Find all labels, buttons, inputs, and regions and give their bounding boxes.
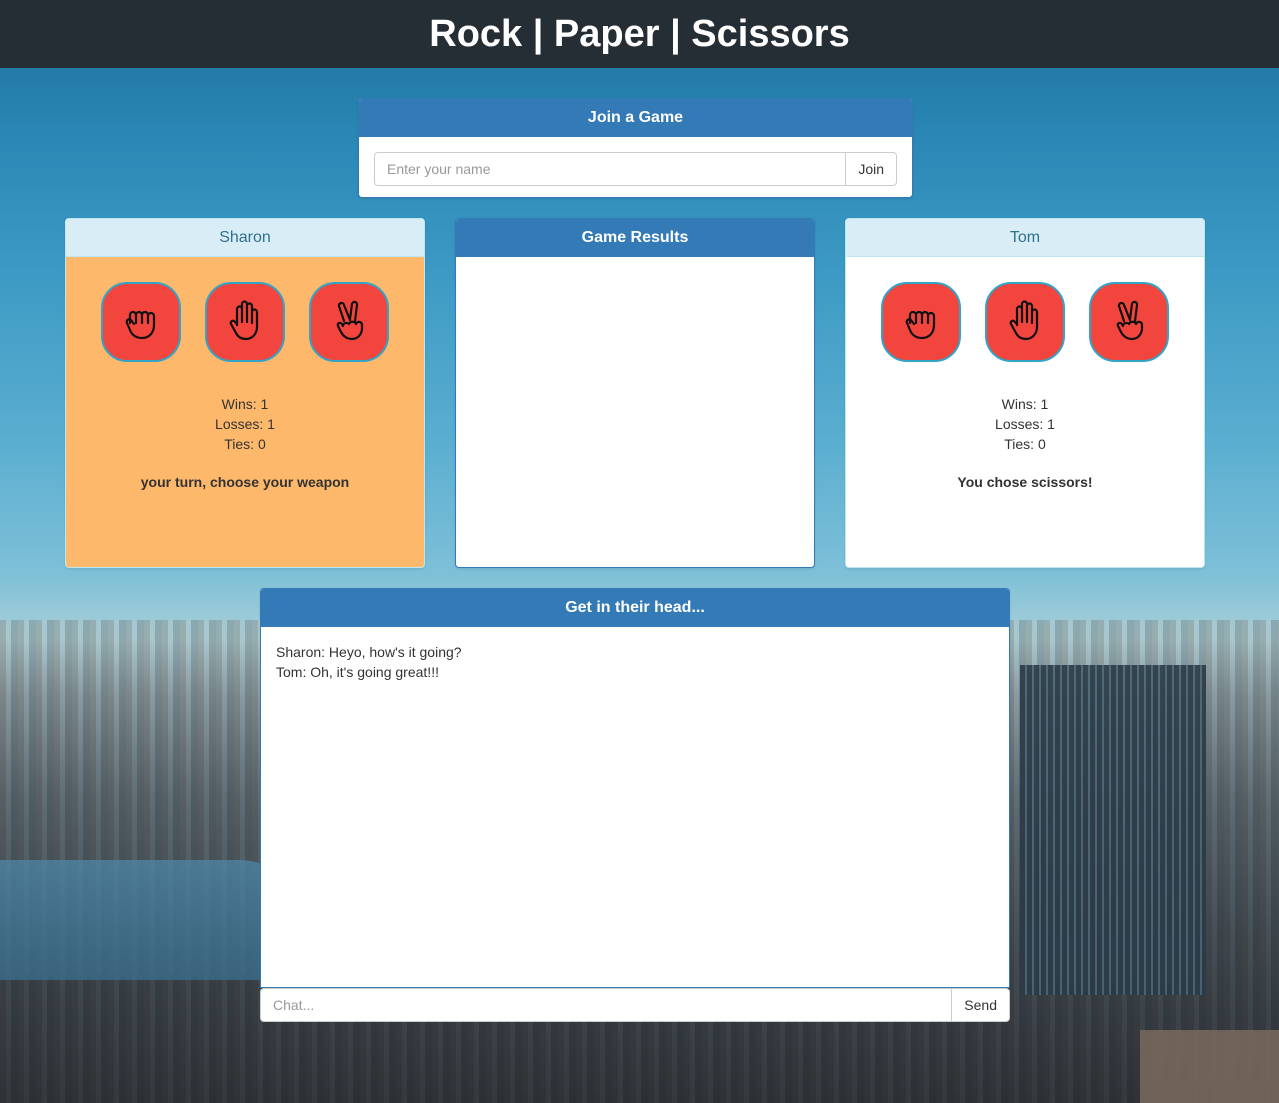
chat-panel: Get in their head... Sharon: Heyo, how's…: [260, 588, 1010, 988]
chat-form: Send: [260, 988, 1010, 1022]
player1-paper-button[interactable]: [205, 282, 285, 362]
player1-scissors-button[interactable]: [309, 282, 389, 362]
player1-wins: Wins: 1: [221, 396, 269, 412]
player1-status: your turn, choose your weapon: [140, 474, 350, 490]
player2-paper-button[interactable]: [985, 282, 1065, 362]
player2-stats: Wins: 1 Losses: 1 Ties: 0: [846, 394, 1204, 454]
building-background: [1140, 1030, 1279, 1103]
scissors-icon: [336, 300, 364, 341]
player1-stats: Wins: 1 Losses: 1 Ties: 0: [66, 394, 424, 454]
results-heading: Game Results: [456, 219, 814, 257]
rock-icon: [905, 310, 936, 340]
join-panel: Join a Game Join: [358, 98, 913, 198]
results-panel: Game Results: [455, 218, 815, 568]
chat-message: Sharon: Heyo, how's it going?: [276, 644, 462, 660]
chat-heading: Get in their head...: [261, 589, 1009, 627]
player2-scissors-button[interactable]: [1089, 282, 1169, 362]
player1-body: Wins: 1 Losses: 1 Ties: 0 your turn, cho…: [66, 257, 424, 567]
player2-ties: Ties: 0: [1004, 436, 1046, 452]
player2-losses: Losses: 1: [995, 416, 1055, 432]
chat-message: Tom: Oh, it's going great!!!: [276, 664, 439, 680]
name-input[interactable]: [374, 152, 846, 186]
rock-icon: [125, 310, 156, 340]
player1-rock-button[interactable]: [101, 282, 181, 362]
join-button[interactable]: Join: [845, 152, 897, 186]
player2-panel: Tom Wins: 1 Losses: 1 Ties: 0 You chose …: [845, 218, 1205, 568]
player1-name: Sharon: [66, 219, 424, 257]
scissors-icon: [1116, 300, 1144, 341]
player1-ties: Ties: 0: [224, 436, 266, 452]
join-heading: Join a Game: [359, 99, 912, 137]
player2-wins: Wins: 1: [1001, 396, 1049, 412]
player2-name: Tom: [846, 219, 1204, 257]
player2-rock-button[interactable]: [881, 282, 961, 362]
paper-icon: [229, 300, 259, 341]
player1-losses: Losses: 1: [215, 416, 275, 432]
chat-log: Sharon: Heyo, how's it going? Tom: Oh, i…: [261, 627, 1009, 987]
player1-panel: Sharon Wins: 1 Losses: 1 Ties: 0 your tu…: [65, 218, 425, 568]
app-title: Rock | Paper | Scissors: [429, 12, 850, 55]
results-body: [456, 257, 814, 567]
player2-body: Wins: 1 Losses: 1 Ties: 0 You chose scis…: [846, 257, 1204, 567]
join-form: Join: [359, 137, 912, 197]
navbar: Rock | Paper | Scissors: [0, 0, 1279, 68]
chat-input[interactable]: [260, 988, 952, 1022]
player2-weapons: [846, 282, 1204, 362]
send-button[interactable]: Send: [951, 988, 1010, 1022]
tower-background: [1020, 665, 1206, 995]
river-background: [0, 860, 300, 980]
player2-status: You chose scissors!: [957, 474, 1093, 490]
paper-icon: [1009, 300, 1039, 341]
player1-weapons: [66, 282, 424, 362]
